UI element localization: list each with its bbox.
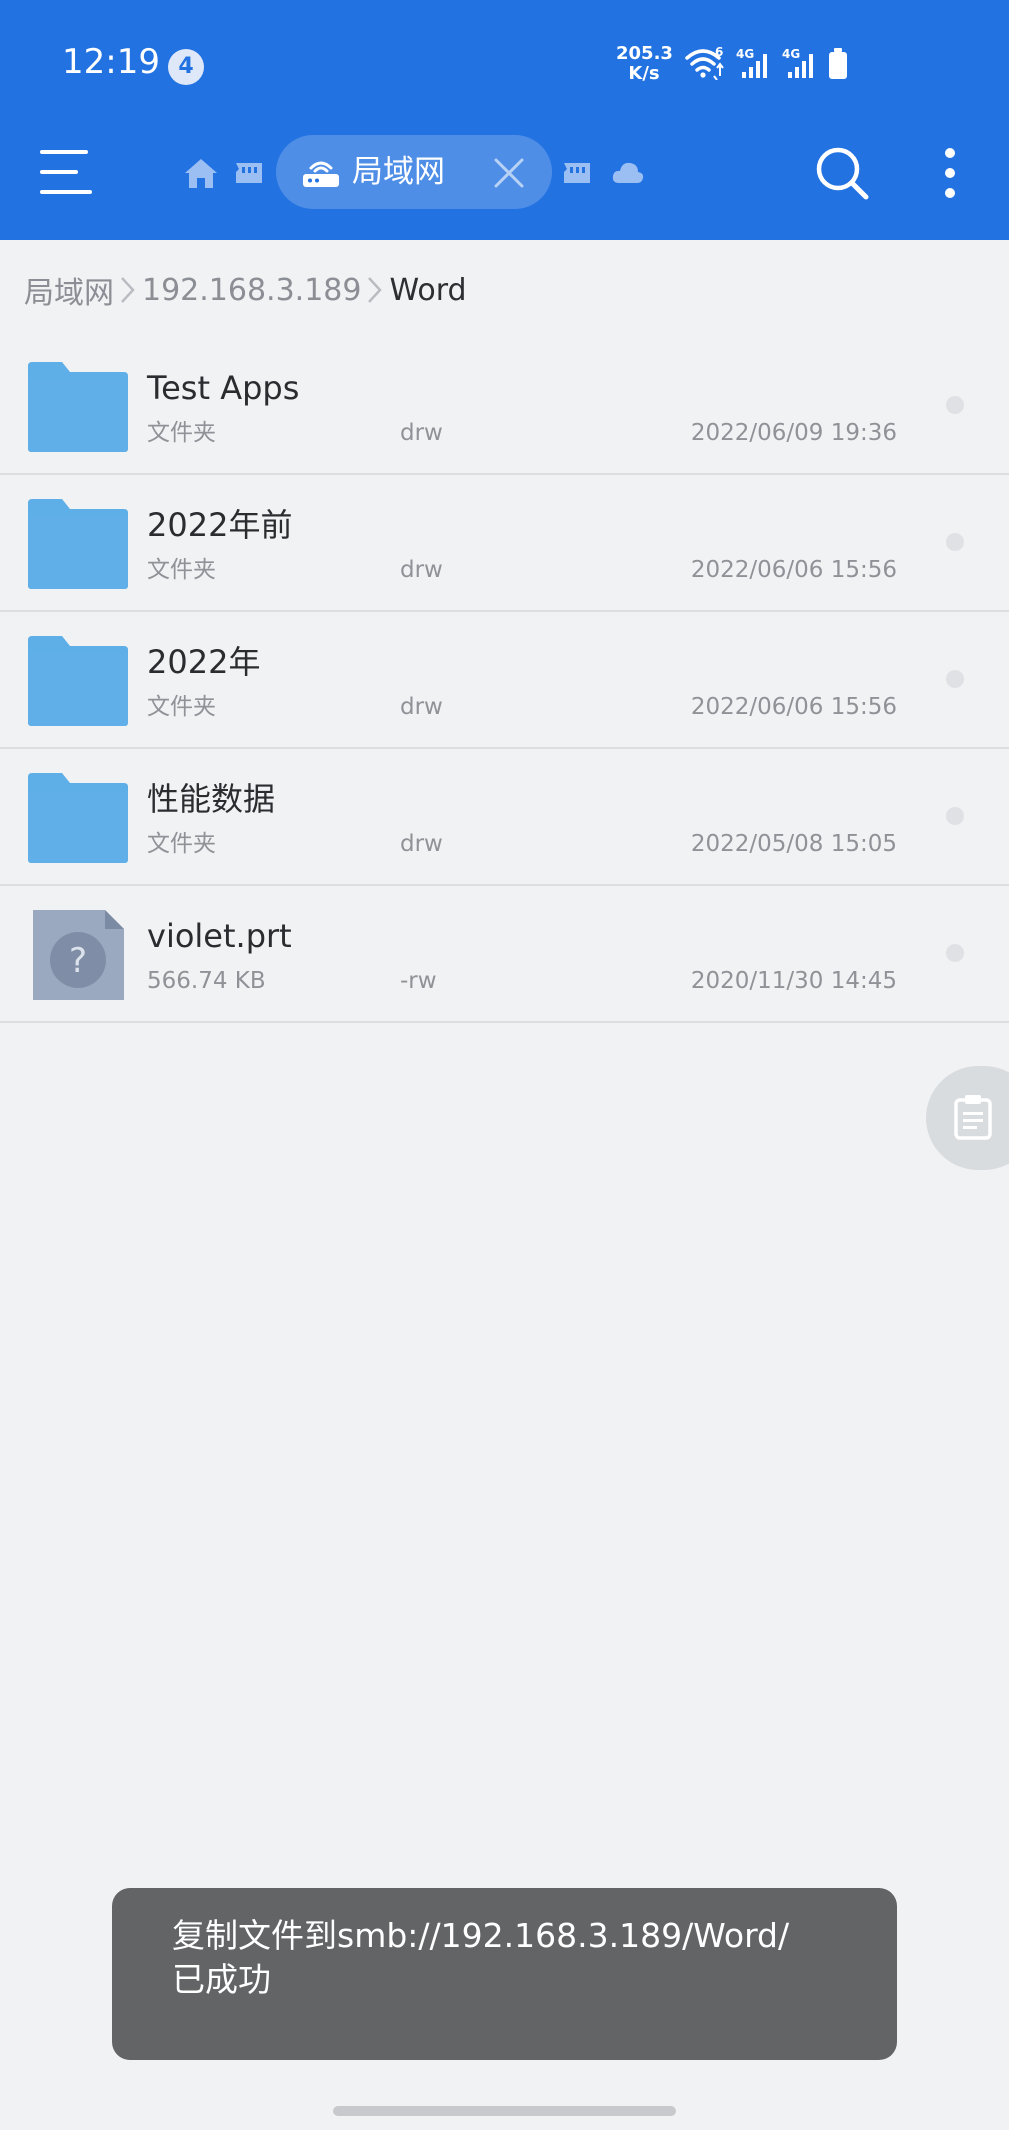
folder-icon [28, 362, 128, 452]
file-type: 文件夹 [147, 420, 216, 446]
home-indicator[interactable] [333, 2106, 676, 2116]
select-indicator[interactable] [946, 944, 964, 962]
network-speed: 205.3 K/s [616, 43, 673, 84]
tab-lan-label: 局域网 [352, 154, 445, 190]
select-indicator[interactable] [946, 670, 964, 688]
close-icon[interactable] [492, 156, 526, 190]
list-item[interactable]: 2022年 文件夹 drw 2022/06/06 15:56 [0, 612, 1009, 749]
folder-icon [28, 773, 128, 863]
breadcrumb-item-current[interactable]: Word [389, 273, 466, 308]
wifi-generation-label: 6 [715, 46, 723, 59]
file-size: 566.74 KB [147, 968, 266, 994]
storage-icon[interactable] [234, 160, 264, 186]
notification-count-badge: 4 [168, 49, 204, 85]
file-date: 2020/11/30 14:45 [690, 968, 897, 994]
cloud-icon[interactable] [612, 160, 644, 186]
file-list: Test Apps 文件夹 drw 2022/06/09 19:36 2022年… [0, 338, 1009, 1023]
file-permissions: -rw [400, 968, 437, 994]
file-date: 2022/06/09 19:36 [690, 420, 897, 446]
list-item[interactable]: ? violet.prt 566.74 KB -rw 2020/11/30 14… [0, 886, 1009, 1023]
folder-icon [28, 499, 128, 589]
status-time: 12:19 [62, 42, 160, 82]
sim2-network-label: 4G [782, 47, 800, 61]
file-date: 2022/06/06 15:56 [690, 557, 897, 583]
file-date: 2022/06/06 15:56 [690, 694, 897, 720]
list-item[interactable]: Test Apps 文件夹 drw 2022/06/09 19:36 [0, 338, 1009, 475]
file-name: 2022年前 [147, 506, 293, 544]
select-indicator[interactable] [946, 807, 964, 825]
app-bar: 12:19 4 205.3 K/s 6 4G 4G 局域网 [0, 0, 1009, 240]
chevron-right-icon [121, 277, 135, 303]
file-type: 文件夹 [147, 694, 216, 720]
file-type: 文件夹 [147, 831, 216, 857]
signal-4g-icon: 4G [782, 47, 813, 78]
folder-icon [28, 636, 128, 726]
battery-icon [829, 48, 847, 79]
home-icon[interactable] [184, 157, 218, 189]
search-icon[interactable] [814, 145, 870, 201]
svg-text:?: ? [69, 941, 87, 981]
list-item[interactable]: 2022年前 文件夹 drw 2022/06/06 15:56 [0, 475, 1009, 612]
status-icons: 6 4G 4G [684, 44, 848, 80]
clipboard-icon [954, 1095, 992, 1140]
chevron-right-icon [368, 277, 383, 303]
network-speed-unit: K/s [628, 63, 660, 84]
select-indicator[interactable] [946, 533, 964, 551]
file-date: 2022/05/08 15:05 [690, 831, 897, 857]
signal-4g-icon: 4G [736, 47, 767, 78]
file-name: 性能数据 [147, 780, 276, 818]
file-permissions: drw [400, 831, 443, 857]
breadcrumb-item-lan[interactable]: 局域网 [24, 268, 114, 312]
file-name: violet.prt [147, 917, 292, 955]
unknown-file-icon: ? [33, 910, 124, 1000]
network-speed-value: 205.3 [616, 43, 673, 64]
wifi-6-icon: 6 [685, 46, 724, 80]
file-type: 文件夹 [147, 557, 216, 583]
file-permissions: drw [400, 420, 443, 446]
lan-router-icon [303, 161, 339, 187]
breadcrumb: 局域网 192.168.3.189 Word [24, 268, 467, 312]
toast-line-2: 已成功 [172, 1960, 271, 1999]
breadcrumb-item-host[interactable]: 192.168.3.189 [142, 273, 361, 308]
menu-icon[interactable] [40, 150, 96, 194]
file-name: 2022年 [147, 643, 261, 681]
select-indicator[interactable] [946, 396, 964, 414]
file-name: Test Apps [147, 369, 300, 407]
list-item[interactable]: 性能数据 文件夹 drw 2022/05/08 15:05 [0, 749, 1009, 886]
more-vertical-icon[interactable] [936, 145, 964, 201]
storage-icon[interactable] [562, 160, 592, 186]
sim1-network-label: 4G [736, 47, 754, 61]
toast-line-1: 复制文件到smb://192.168.3.189/Word/ [172, 1916, 790, 1955]
toast-message: 复制文件到smb://192.168.3.189/Word/ 已成功 [112, 1888, 897, 2060]
file-permissions: drw [400, 694, 443, 720]
file-permissions: drw [400, 557, 443, 583]
clipboard-button[interactable] [926, 1066, 1009, 1170]
